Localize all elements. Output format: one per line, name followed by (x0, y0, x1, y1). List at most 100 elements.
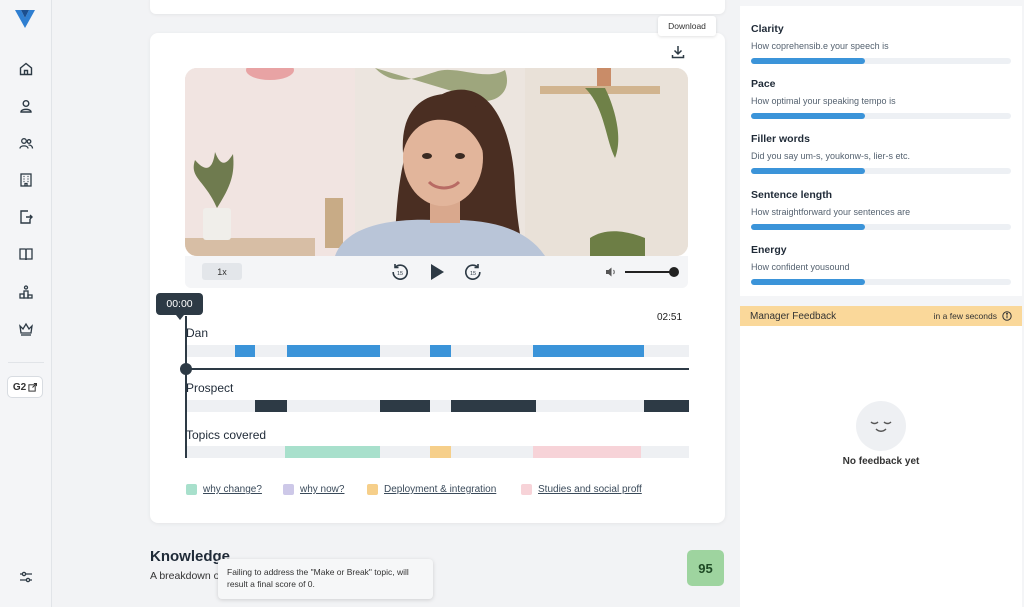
metric-title: Filler words (751, 133, 810, 145)
download-tooltip: Download (658, 16, 716, 36)
timeline-segment[interactable] (430, 446, 451, 458)
knowledge-score-badge: 95 (687, 550, 724, 586)
rewind-button[interactable]: 15 (389, 261, 411, 283)
playback-speed-button[interactable]: 1x (202, 263, 242, 280)
volume-slider-handle[interactable] (669, 267, 679, 277)
timeline-segment[interactable] (254, 400, 288, 412)
metric-bar (751, 113, 1011, 119)
sidebar-item-home[interactable] (0, 57, 52, 81)
manager-feedback-header: Manager Feedback in a few seconds (740, 306, 1022, 326)
timeline-segment[interactable] (533, 446, 642, 458)
topics-track[interactable] (187, 446, 689, 458)
metric-bar-fill (751, 58, 866, 64)
metric-bar-fill (751, 168, 866, 174)
g2-button[interactable]: G2 (7, 376, 43, 398)
download-icon[interactable] (670, 44, 686, 60)
timeline-segment[interactable] (380, 400, 431, 412)
timeline-segment[interactable] (287, 345, 381, 357)
speech-metrics-card: Clarity How coprehensib.e your speech is… (740, 6, 1022, 296)
metric-pace: Pace How optimal your speaking tempo is (751, 78, 1011, 119)
legend-swatch (367, 484, 378, 495)
legend-label: Studies and social proff (538, 484, 642, 495)
video-frame[interactable] (185, 68, 688, 256)
make-or-break-tooltip: Failing to address the "Make or Break" t… (218, 559, 433, 599)
sidebar-item-profile[interactable] (0, 94, 52, 118)
play-button[interactable] (426, 261, 448, 283)
info-icon[interactable] (1002, 311, 1012, 321)
svg-text:15: 15 (470, 271, 476, 277)
current-time-indicator: 00:00 (156, 293, 203, 320)
timeline-segment[interactable] (533, 345, 644, 357)
users-icon (19, 138, 34, 149)
sidebar: G2 (0, 0, 52, 607)
metric-title: Clarity (751, 23, 784, 35)
brand-logo-icon[interactable] (13, 7, 37, 31)
sidebar-item-achievements[interactable] (0, 317, 52, 341)
speaker-track-prospect[interactable] (187, 400, 689, 412)
metric-clarity: Clarity How coprehensib.e your speech is (751, 23, 1011, 64)
building-icon (20, 173, 32, 187)
home-icon (19, 62, 33, 76)
metric-description: How confident yousound (751, 262, 850, 272)
metric-description: How straightforward your sentences are (751, 207, 911, 217)
metric-title: Sentence length (751, 189, 833, 201)
legend-label: why change? (203, 484, 262, 495)
user-icon (20, 100, 32, 113)
legend-item-studies[interactable]: Studies and social proff (521, 484, 642, 495)
main-content: Download 1x 15 15 00:00 02:51 Dan Prospe… (52, 0, 740, 607)
external-link-icon (28, 382, 38, 392)
metric-bar (751, 58, 1011, 64)
timeline-segment[interactable] (450, 400, 536, 412)
svg-text:15: 15 (397, 271, 403, 277)
right-panel: Clarity How coprehensib.e your speech is… (740, 0, 1024, 607)
legend-swatch (283, 484, 294, 495)
crown-icon (19, 322, 33, 336)
sidebar-item-team[interactable] (0, 131, 52, 155)
sidebar-item-playbook[interactable] (0, 242, 52, 266)
legend-item-deployment[interactable]: Deployment & integration (367, 484, 496, 495)
legend-label: why now? (300, 484, 345, 495)
no-feedback-text: No feedback yet (842, 456, 920, 467)
sidebar-item-library[interactable] (0, 168, 52, 192)
volume-icon[interactable] (605, 266, 617, 278)
track-label-dan: Dan (186, 326, 209, 340)
speaker-track-dan[interactable] (187, 345, 689, 357)
metric-description: Did you say um-s, youkonw-s, lier-s etc. (751, 151, 911, 161)
legend-item-why-change[interactable]: why change? (186, 484, 262, 495)
g2-label: G2 (12, 381, 27, 393)
sidebar-divider (8, 362, 44, 363)
metric-bar-fill (751, 113, 866, 119)
knowledge-description: A breakdown o (150, 570, 220, 582)
feedback-eta-label: in a few seconds (933, 311, 997, 321)
metric-title: Pace (751, 78, 776, 90)
metric-bar (751, 168, 1011, 174)
forward-button[interactable]: 15 (462, 261, 484, 283)
metric-bar (751, 224, 1011, 230)
previous-card (150, 0, 725, 14)
timeline-segment[interactable] (430, 345, 451, 357)
volume-slider-track[interactable] (625, 271, 675, 273)
timeline-segment[interactable] (284, 446, 381, 458)
metric-filler-words: Filler words Did you say um-s, youkonw-s… (751, 133, 1011, 174)
sidebar-item-settings[interactable] (0, 565, 52, 589)
scrubber-line[interactable] (185, 368, 689, 370)
video-thumbnail (185, 68, 688, 256)
manager-feedback-card: Manager Feedback in a few seconds No fee… (740, 306, 1022, 607)
timeline-segment[interactable] (643, 400, 689, 412)
playhead[interactable] (185, 316, 187, 458)
metric-description: How coprehensib.e your speech is (751, 41, 889, 51)
sleeping-face-icon (856, 401, 906, 451)
track-label-topics: Topics covered (186, 428, 267, 442)
metric-energy: Energy How confident yousound (751, 244, 1011, 285)
sidebar-item-leaderboard[interactable] (0, 280, 52, 304)
forward-15-icon: 15 (465, 264, 481, 280)
timeline-segment[interactable] (234, 345, 255, 357)
rewind-15-icon: 15 (392, 264, 408, 280)
book-icon (19, 248, 33, 261)
metric-sentence-length: Sentence length How straightforward your… (751, 189, 1011, 230)
play-icon (431, 264, 444, 280)
playhead-handle[interactable] (180, 363, 192, 375)
podium-icon (19, 285, 33, 299)
sidebar-item-export[interactable] (0, 205, 52, 229)
legend-item-why-now[interactable]: why now? (283, 484, 344, 495)
